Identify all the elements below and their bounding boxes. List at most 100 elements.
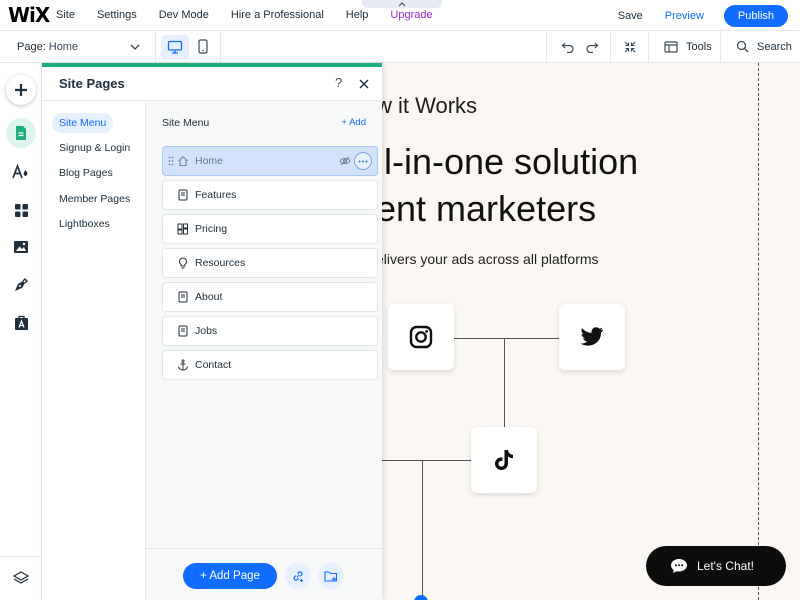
nav-member-pages[interactable]: Member Pages — [52, 189, 137, 209]
panel-header: Site Pages ? — [42, 67, 382, 101]
connector-line — [454, 338, 560, 339]
panel-title: Site Pages — [59, 76, 125, 91]
tiktok-card[interactable] — [471, 427, 537, 493]
hero-description[interactable]: elivers your ads across all platforms — [376, 251, 599, 267]
page-row-home[interactable]: Home — [162, 146, 378, 176]
close-icon — [359, 79, 369, 89]
panel-nav: Site Menu Signup & Login Blog Pages Memb… — [42, 101, 146, 600]
plus-icon — [15, 84, 27, 96]
help-button[interactable]: ? — [335, 75, 342, 90]
page-icon — [177, 325, 189, 337]
image-icon — [14, 241, 28, 253]
hero-title-line-2[interactable]: ent marketers — [376, 188, 596, 230]
add-menu-item-button[interactable]: + Add — [341, 117, 366, 128]
page-more-actions-button[interactable] — [354, 152, 372, 170]
publish-button[interactable]: Publish — [723, 4, 788, 27]
add-link-button[interactable] — [285, 563, 311, 589]
chat-button[interactable]: Let's Chat! — [646, 546, 786, 586]
hero-title-line-1[interactable]: ll-in-one solution — [376, 141, 638, 183]
page-row-contact[interactable]: Contact — [162, 350, 378, 380]
page-selector[interactable]: Page: Home — [0, 31, 156, 62]
tools-button[interactable]: Tools — [664, 31, 712, 62]
section-subheading[interactable]: w it Works — [376, 93, 477, 119]
apps-grid-icon — [14, 203, 28, 217]
page-name: Home — [195, 155, 224, 167]
section-handle[interactable] — [414, 595, 428, 600]
toolbar-divider — [610, 31, 611, 62]
mobile-view-button[interactable] — [188, 31, 218, 62]
site-pages-panel: Site Pages ? Site Menu Signup & Login Bl… — [42, 63, 382, 600]
menu-site[interactable]: Site — [56, 9, 75, 21]
folder-add-icon — [324, 570, 338, 582]
design-icon — [12, 164, 28, 179]
page-selector-value: Home — [48, 40, 79, 53]
page-row-pricing[interactable]: Pricing — [162, 214, 378, 244]
pages-icon — [16, 126, 26, 140]
page-row-jobs[interactable]: Jobs — [162, 316, 378, 346]
page-row-resources[interactable]: Resources — [162, 248, 378, 278]
page-row-features[interactable]: Features — [162, 180, 378, 210]
preview-button[interactable]: Preview — [665, 10, 704, 22]
left-rail — [0, 63, 42, 600]
page-name: About — [195, 291, 223, 303]
nav-lightboxes[interactable]: Lightboxes — [52, 214, 117, 234]
layers-button[interactable] — [6, 563, 36, 593]
anchor-icon — [177, 359, 189, 371]
connector-line — [504, 338, 505, 427]
menu-settings[interactable]: Settings — [97, 9, 137, 21]
drag-handle-icon[interactable] — [168, 156, 174, 166]
toolbar-divider — [720, 31, 721, 62]
hidden-eye-icon[interactable] — [339, 156, 351, 166]
zoom-out-button[interactable] — [620, 31, 640, 62]
link-icon — [293, 571, 303, 582]
media-button[interactable] — [6, 232, 36, 262]
lightbulb-icon — [177, 257, 189, 269]
twitter-card[interactable] — [559, 304, 625, 370]
top-actions: Save Preview Publish — [618, 0, 788, 31]
menu-upgrade[interactable]: Upgrade — [390, 9, 432, 21]
rail-divider — [0, 556, 42, 557]
nav-signup-login[interactable]: Signup & Login — [52, 138, 137, 158]
collapse-toolbar-handle[interactable] — [362, 0, 442, 8]
tools-label: Tools — [686, 40, 712, 53]
search-button[interactable]: Search — [736, 31, 792, 62]
editor-toolbar: Page: Home Tools Search — [0, 31, 800, 63]
pages-menu-button[interactable] — [6, 118, 36, 148]
search-label: Search — [757, 40, 792, 53]
nav-site-menu[interactable]: Site Menu — [52, 113, 114, 133]
menu-hire-professional[interactable]: Hire a Professional — [231, 9, 324, 21]
business-button[interactable] — [6, 308, 36, 338]
instagram-card[interactable] — [388, 304, 454, 370]
page-selector-label: Page: — [17, 40, 46, 53]
search-icon — [736, 40, 749, 53]
instagram-icon — [409, 325, 433, 349]
top-menu: Site Settings Dev Mode Hire a Profession… — [56, 9, 455, 21]
chevron-down-icon — [130, 44, 140, 50]
site-design-button[interactable] — [6, 157, 36, 187]
home-icon — [177, 155, 189, 167]
add-folder-button[interactable] — [318, 563, 344, 589]
briefcase-icon — [14, 315, 28, 330]
close-panel-button[interactable] — [358, 77, 370, 95]
save-button[interactable]: Save — [618, 10, 643, 22]
chat-label: Let's Chat! — [697, 559, 754, 573]
redo-button[interactable] — [582, 31, 602, 62]
connector-line — [422, 460, 423, 600]
wix-logo[interactable]: WiX — [8, 3, 56, 27]
add-page-button[interactable]: + Add Page — [183, 563, 277, 589]
add-apps-button[interactable] — [6, 195, 36, 225]
redo-icon — [586, 42, 599, 53]
menu-help[interactable]: Help — [346, 9, 369, 21]
chevron-up-icon — [398, 2, 406, 7]
page-name: Pricing — [195, 223, 228, 235]
add-elements-button[interactable] — [6, 75, 36, 105]
list-header: Site Menu — [162, 117, 210, 129]
desktop-view-button[interactable] — [160, 31, 190, 62]
nav-blog-pages[interactable]: Blog Pages — [52, 163, 120, 183]
page-row-about[interactable]: About — [162, 282, 378, 312]
menu-dev-mode[interactable]: Dev Mode — [159, 9, 209, 21]
pricing-plans-icon — [177, 223, 189, 235]
blog-button[interactable] — [6, 270, 36, 300]
toolbar-divider — [546, 31, 547, 62]
undo-button[interactable] — [558, 31, 578, 62]
